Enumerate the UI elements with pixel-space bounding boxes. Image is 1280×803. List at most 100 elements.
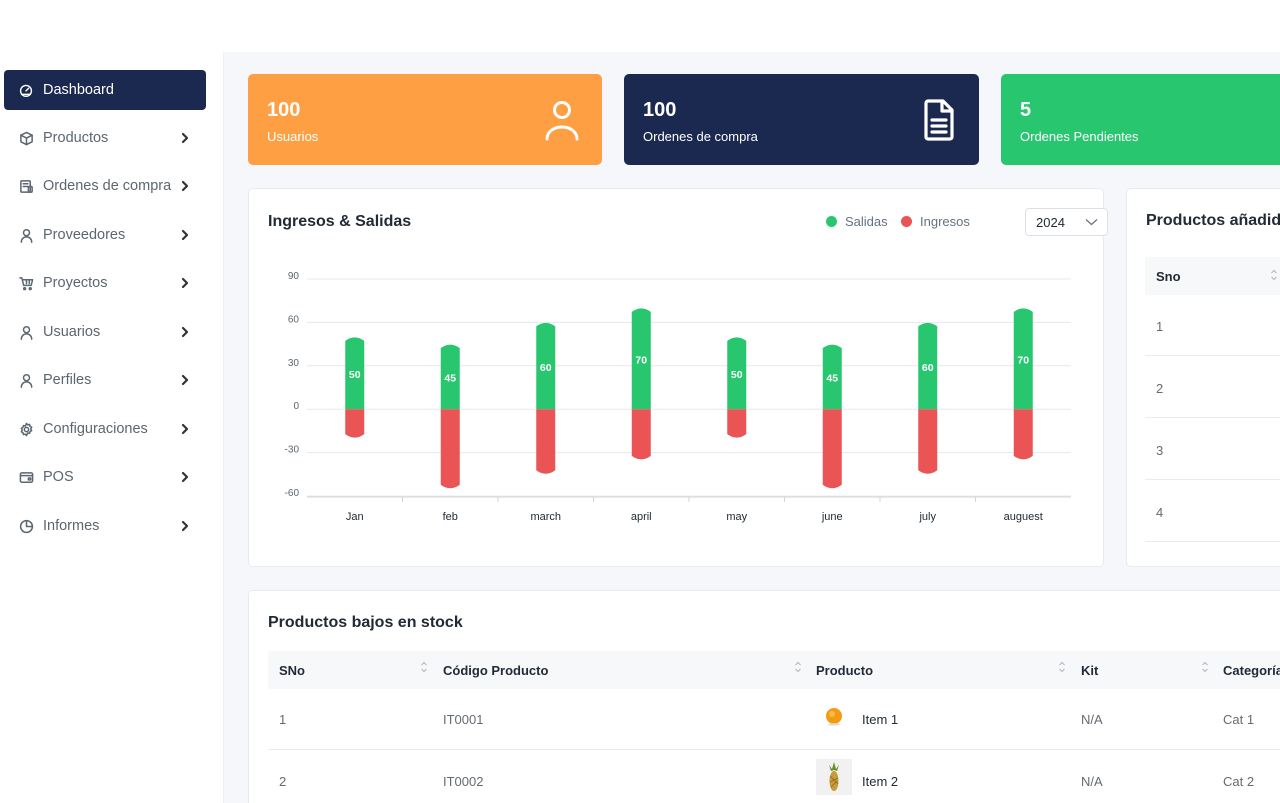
table-cell-sno: 2 — [1156, 381, 1164, 396]
sidebar-item-label: Productos — [43, 130, 109, 146]
pineapple-image — [816, 759, 852, 795]
sidebar-item-ordenes-de-compra[interactable]: Ordenes de compra — [4, 166, 206, 206]
data-label: 60 — [540, 362, 552, 374]
y-tick-label: 60 — [288, 314, 300, 325]
x-tick-label: Jan — [346, 511, 364, 523]
sort-icon[interactable] — [420, 660, 428, 674]
box-icon — [18, 130, 34, 146]
header-sno[interactable]: Sno — [1156, 269, 1181, 284]
sidebar-item-informes[interactable]: Informes — [4, 506, 206, 546]
row-divider — [1145, 541, 1280, 542]
ingresos-bar — [440, 409, 460, 489]
x-tick-label: april — [631, 511, 652, 523]
user-icon — [545, 101, 579, 141]
table-cell-codigo: IT0001 — [443, 712, 484, 727]
table-cell-sno: 1 — [279, 712, 287, 727]
row-divider — [1145, 355, 1280, 356]
sort-icon[interactable] — [794, 660, 802, 674]
chevron-down-icon — [1085, 219, 1098, 226]
data-label: 45 — [444, 373, 456, 385]
sidebar-item-label: Perfiles — [43, 372, 92, 388]
sidebar-item-pos[interactable]: POS — [4, 457, 206, 497]
salidas-dot — [826, 216, 837, 227]
stat-card-ordenes-de-compra[interactable]: 100 Ordenes de compra — [624, 74, 979, 165]
table-cell-categoria: Cat 1 — [1223, 712, 1255, 727]
y-tick-label: 0 — [293, 401, 299, 412]
header-sno[interactable]: SNo — [279, 663, 305, 678]
row-divider — [1145, 479, 1280, 480]
x-tick-label: june — [821, 511, 843, 523]
stat-label: Ordenes de compra — [643, 129, 758, 144]
sidebar-item-label: Usuarios — [43, 324, 101, 340]
year-select[interactable]: 2024 — [1025, 208, 1108, 236]
stat-card-usuarios[interactable]: 100 Usuarios — [248, 74, 602, 165]
stat-value: 100 — [267, 99, 301, 121]
table-cell-producto[interactable]: Item 2 — [862, 774, 898, 789]
document-icon — [924, 99, 954, 141]
table-cell-kit: N/A — [1081, 712, 1103, 727]
legend-label: Salidas — [845, 214, 888, 229]
y-tick-label: -60 — [285, 488, 300, 499]
recent-products-panel: Productos añadidos recientemente Sno 1 2… — [1126, 188, 1280, 567]
sidebar-item-perfiles[interactable]: Perfiles — [4, 360, 206, 400]
chevron-right-icon — [181, 277, 189, 289]
ingresos-bar — [536, 409, 556, 474]
sidebar-item-label: Configuraciones — [43, 421, 148, 437]
sidebar-item-label: Dashboard — [43, 82, 114, 98]
data-label: 50 — [349, 369, 361, 381]
data-label: 70 — [1017, 355, 1029, 367]
header-kit[interactable]: Kit — [1081, 663, 1098, 678]
top-header — [0, 0, 1280, 52]
stat-card-ordenes-pendientes[interactable]: 5 Ordenes Pendientes — [1001, 74, 1280, 165]
sort-icon[interactable] — [1201, 660, 1209, 674]
y-tick-label: 90 — [288, 271, 300, 282]
sidebar-item-configuraciones[interactable]: Configuraciones — [4, 409, 206, 449]
table-cell-sno: 3 — [1156, 443, 1164, 458]
ingresos-bar — [345, 409, 365, 438]
gear-icon — [18, 421, 34, 437]
sort-icon[interactable] — [1058, 660, 1066, 674]
dashboard-icon — [18, 82, 34, 98]
table-cell-sno: 1 — [1156, 319, 1164, 334]
ingresos-salidas-chart: 90 60 30 0 -30 -60 50 Jan 45 feb 60 march 70 april 50 m… — [285, 271, 1071, 523]
y-tick-label: -30 — [285, 445, 300, 456]
legend-ingresos[interactable]: Ingresos — [901, 214, 970, 229]
legend-salidas[interactable]: Salidas — [826, 214, 888, 229]
ingresos-bar — [1013, 409, 1033, 460]
x-tick-label: march — [530, 511, 561, 523]
table-cell-sno: 2 — [279, 774, 287, 789]
chevron-right-icon — [181, 180, 189, 192]
sidebar: Dashboard Productos Ordenes de compra Pr… — [0, 52, 224, 803]
stat-label: Ordenes Pendientes — [1020, 129, 1139, 144]
x-tick-label: feb — [443, 511, 458, 523]
ingresos-bar — [631, 409, 651, 460]
stat-label: Usuarios — [267, 129, 319, 144]
table-cell-codigo: IT0002 — [443, 774, 484, 789]
ingresos-bar — [727, 409, 747, 438]
legend-label: Ingresos — [920, 214, 970, 229]
pos-icon — [18, 469, 34, 485]
sort-icon[interactable] — [1270, 268, 1278, 282]
user-icon — [18, 324, 34, 340]
header-categoria[interactable]: Categoría — [1223, 663, 1280, 678]
sidebar-item-productos[interactable]: Productos — [4, 118, 206, 158]
chevron-right-icon — [181, 520, 189, 532]
sidebar-item-usuarios[interactable]: Usuarios — [4, 312, 206, 352]
data-label: 70 — [635, 355, 647, 367]
sidebar-item-proyectos[interactable]: Proyectos — [4, 263, 206, 303]
header-producto[interactable]: Producto — [816, 663, 873, 678]
chart-panel: Ingresos & Salidas Salidas Ingresos 2024… — [248, 188, 1108, 567]
table-cell-categoria: Cat 2 — [1223, 774, 1255, 789]
orange-image — [826, 708, 842, 726]
sidebar-item-proveedores[interactable]: Proveedores — [4, 215, 206, 255]
data-label: 60 — [922, 362, 934, 374]
x-tick-label: auguest — [1004, 511, 1043, 523]
row-divider — [1145, 417, 1280, 418]
main-content: 100 Usuarios 100 Ordenes de compra 5 Ord… — [224, 52, 1280, 803]
header-codigo-producto[interactable]: Código Producto — [443, 663, 548, 678]
table-cell-producto[interactable]: Item 1 — [862, 712, 898, 727]
pie-chart-icon — [18, 518, 34, 534]
x-tick-label: july — [918, 511, 936, 523]
low-stock-title: Productos bajos en stock — [268, 614, 463, 631]
sidebar-item-dashboard[interactable]: Dashboard — [4, 70, 206, 110]
